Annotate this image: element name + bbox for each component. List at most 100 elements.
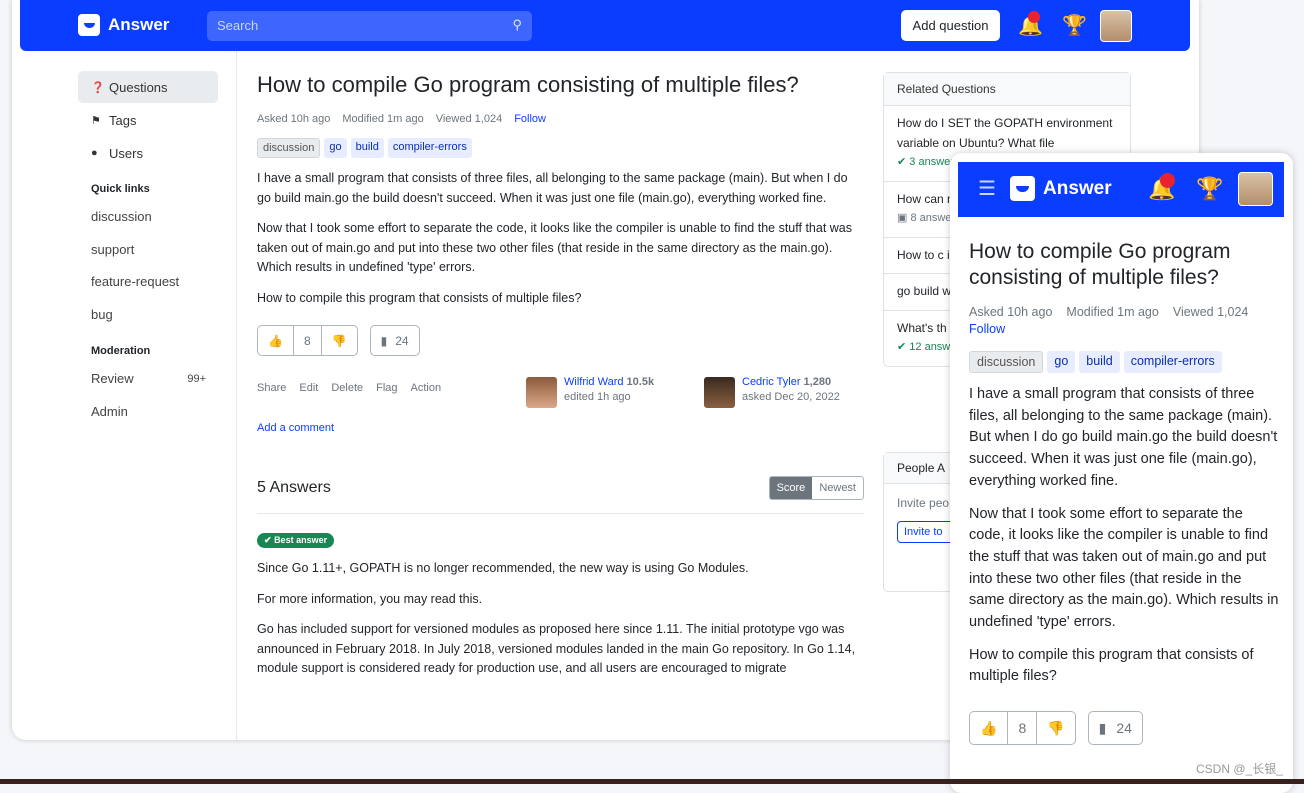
vote-group: 👍 8 👎 [969,711,1076,746]
search-input[interactable]: Search ⚲ [207,11,532,41]
menu-icon[interactable]: ☰ [978,176,996,201]
logo-text: Answer [108,15,170,34]
edit-link[interactable]: Edit [299,382,318,418]
modified-time: Modified 1m ago [342,113,424,125]
question-circle-icon: ❓ [91,81,105,94]
quick-links-heading: Quick links [91,183,150,195]
quick-link[interactable]: discussion [78,201,218,234]
paragraph: Since Go 1.11+, GOPATH is no longer reco… [257,561,749,575]
best-answer-label: Best answer [274,535,328,545]
thumbs-down-icon[interactable]: 👎 [320,326,357,355]
editor-rep: 10.5k [626,376,655,388]
bookmark-button[interactable]: ▮ 24 [369,325,420,356]
admin-label: Admin [91,403,128,419]
sidebar-item-admin[interactable]: Admin [78,396,218,429]
follow-link[interactable]: Follow [514,113,546,125]
moderation-heading: Moderation [91,345,151,357]
thumbs-up-icon[interactable]: 👍 [258,326,293,355]
sort-score-button[interactable]: Score [769,477,813,499]
question-meta: Asked 10h ago Modified 1m ago Viewed 1,0… [969,305,1279,336]
editor-note: edited 1h ago [564,391,631,403]
review-label: Review [91,371,134,386]
sidebar-label: Questions [109,79,168,95]
bookmark-icon: ▮ [380,333,388,348]
bookmark-count: 24 [395,333,409,348]
tag[interactable]: go [1047,351,1076,373]
tag[interactable]: build [1079,351,1120,373]
question-main: How to compile Go program consisting of … [257,70,864,679]
post-actions: Share Edit Delete Flag Action Wilfrid Wa… [257,376,864,418]
sidebar-item-questions[interactable]: ❓ Questions [78,71,218,103]
quick-link-label: support [91,241,135,257]
logo-icon [78,14,100,36]
add-comment-link[interactable]: Add a comment [257,422,864,434]
thumbs-up-icon[interactable]: 👍 [970,712,1007,744]
divider [236,51,237,740]
sidebar-item-review[interactable]: Review 99+ [78,363,218,396]
notification-dot [1028,11,1040,23]
logo-text: Answer [1043,177,1112,199]
sidebar-item-tags[interactable]: ⚑ Tags [78,104,218,136]
editor-card: Wilfrid Ward 10.5k edited 1h ago [525,376,654,409]
paragraph: How to compile this program that consist… [257,290,582,305]
tag[interactable]: discussion [969,351,1044,373]
answers-title: 5 Answers [257,479,331,496]
sidebar-item-users[interactable]: ● Users [78,137,218,169]
delete-link[interactable]: Delete [331,382,363,418]
top-navbar: Answer Search ⚲ Add question 🔔 🏆 [20,0,1190,51]
modified-time: Modified 1m ago [1066,305,1159,319]
check-icon: ✔ [264,535,272,545]
bookmark-icon: ▮ [1098,719,1107,736]
action-link[interactable]: Action [411,382,442,418]
editor-name[interactable]: Wilfrid Ward [564,376,623,388]
quick-link[interactable]: feature-request [78,266,218,299]
page-title: How to compile Go program consisting of … [257,72,799,97]
mobile-question: How to compile Go program consisting of … [969,239,1279,746]
view-count: Viewed 1,024 [1172,305,1249,319]
view-count: Viewed 1,024 [435,113,503,125]
share-link[interactable]: Share [257,382,286,418]
author-card: Cedric Tyler 1,280 asked Dec 20, 2022 [703,376,840,409]
quick-link[interactable]: bug [78,299,218,332]
thumbs-down-icon[interactable]: 👎 [1036,712,1074,745]
search-icon[interactable]: ⚲ [512,17,522,33]
sort-newest-button[interactable]: Newest [812,477,863,499]
review-count: 99+ [187,373,206,385]
editor-avatar[interactable] [525,376,558,409]
author-note: asked Dec 20, 2022 [742,391,840,403]
mobile-title: How to compile Go program consisting of … [969,240,1231,289]
sidebar-label: Tags [109,112,137,128]
tag[interactable]: discussion [257,138,321,158]
tag-list: discussion go build compiler-errors [257,138,864,158]
user-avatar[interactable] [1238,172,1273,206]
logo[interactable]: Answer [78,14,169,36]
related-item-title: How do I SET the GOPATH environment vari… [897,116,1113,150]
follow-link[interactable]: Follow [969,322,1005,336]
tag[interactable]: compiler-errors [1123,351,1222,373]
add-question-button[interactable]: Add question [901,10,1000,41]
mobile-logo[interactable]: Answer [1010,176,1112,201]
tag[interactable]: build [350,138,384,158]
asked-time: Asked 10h ago [257,113,331,125]
trophy-icon[interactable]: 🏆 [1062,13,1087,38]
bottom-strip [0,779,1304,784]
best-answer-badge: ✔ Best answer [257,533,335,548]
mobile-preview: ☰ Answer 🔔 🏆 How to compile Go program c… [950,153,1293,793]
flag-link[interactable]: Flag [376,382,397,418]
author-avatar[interactable] [703,376,736,409]
quick-link[interactable]: support [78,234,218,267]
quick-link-label: bug [91,306,113,322]
asked-time: Asked 10h ago [969,305,1053,319]
bookmark-button[interactable]: ▮ 24 [1087,711,1143,746]
search-placeholder: Search [217,18,259,33]
vote-count: 8 [1007,712,1036,745]
notification-dot [1160,173,1175,188]
tag[interactable]: go [324,138,347,158]
users-icon: ● [91,147,98,159]
author-rep: 1,280 [803,376,832,388]
tag-icon: ⚑ [91,114,101,127]
trophy-icon[interactable]: 🏆 [1196,176,1223,202]
tag[interactable]: compiler-errors [387,138,472,158]
author-name[interactable]: Cedric Tyler [742,376,800,388]
user-avatar[interactable] [1100,10,1132,42]
